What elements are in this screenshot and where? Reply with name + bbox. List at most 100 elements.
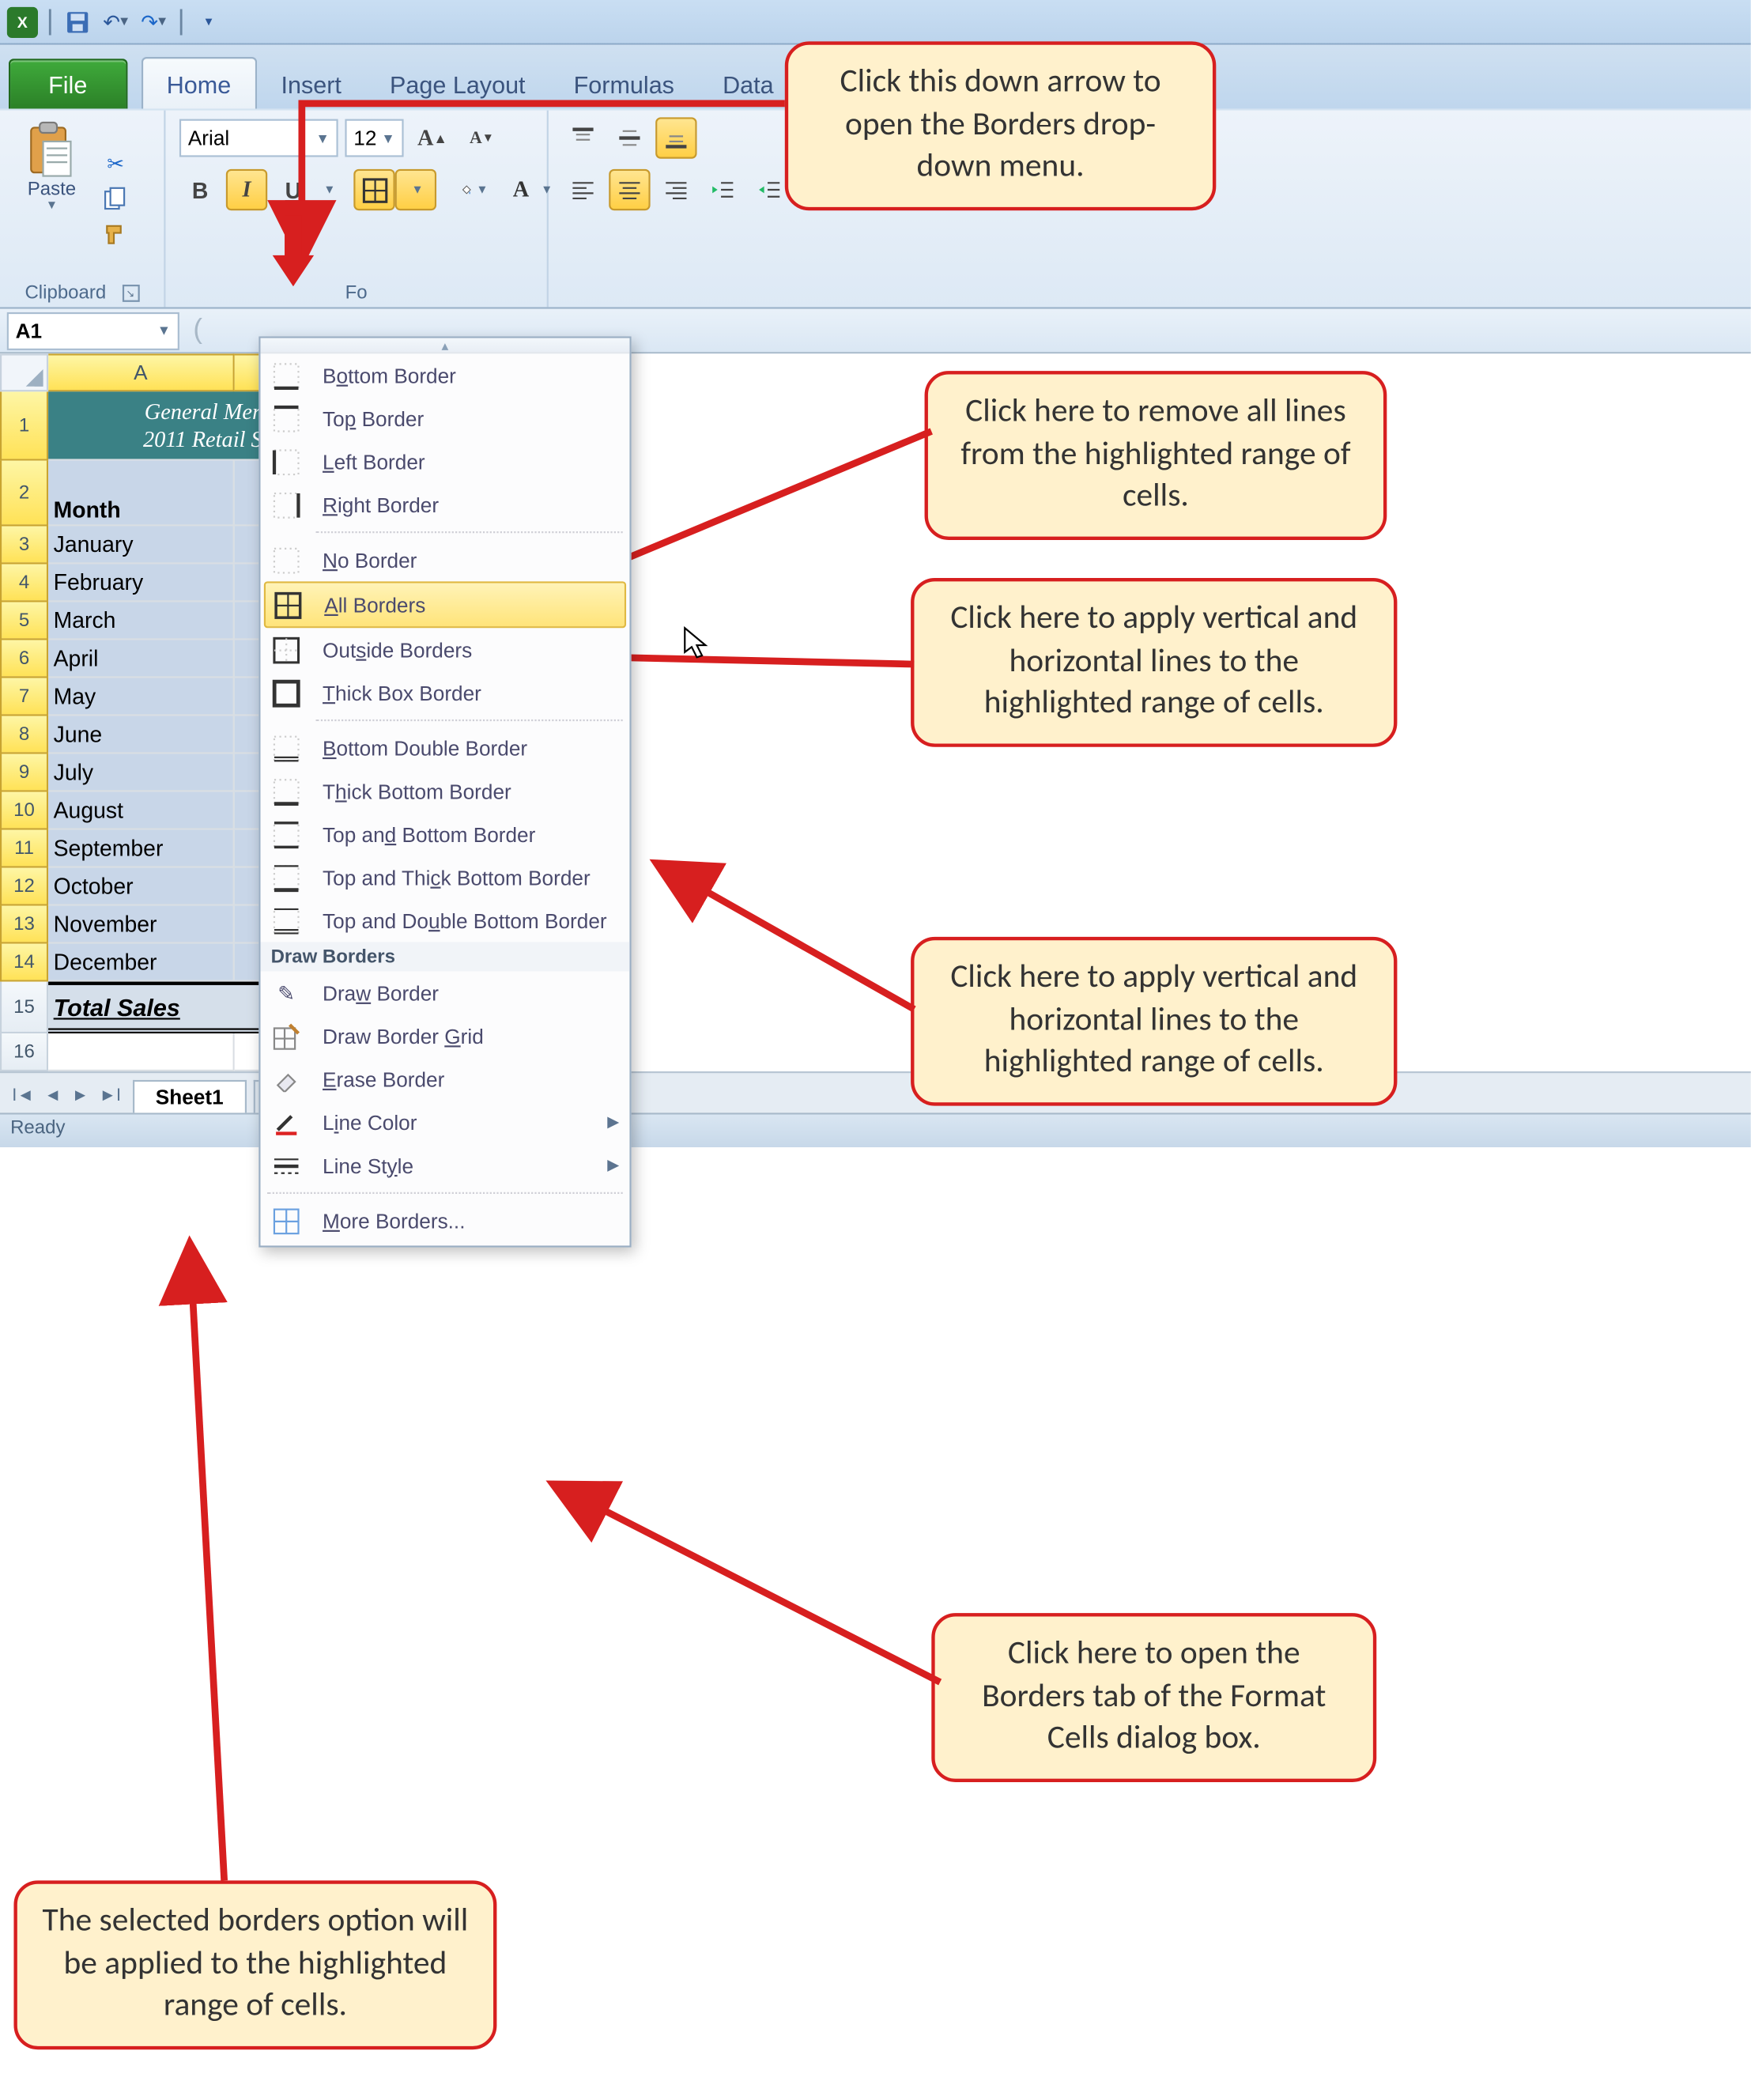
menu-outside-borders[interactable]: Outside Borders <box>260 628 629 671</box>
cell[interactable]: Month <box>48 461 235 527</box>
menu-all-borders[interactable]: All Borders <box>264 581 626 628</box>
cursor-icon <box>683 626 711 670</box>
cell[interactable]: January <box>48 527 235 565</box>
undo-icon[interactable]: ↶▾ <box>100 6 131 37</box>
menu-label: No Border <box>323 548 417 572</box>
cell[interactable]: July <box>48 754 235 792</box>
menu-label: Line Color <box>323 1110 417 1135</box>
font-name-select[interactable]: Arial▼ <box>179 119 338 157</box>
cut-icon[interactable]: ✂ <box>100 149 131 179</box>
cell[interactable]: August <box>48 792 235 830</box>
fill-color-button[interactable]: ▼ <box>454 169 495 210</box>
callout-more-borders: Click here to open the Borders tab of th… <box>931 1613 1376 1782</box>
cell[interactable] <box>48 1033 235 1071</box>
row-header[interactable]: 8 <box>0 716 48 754</box>
menu-label: All Borders <box>324 593 425 618</box>
borders-dropdown-button[interactable]: ▼ <box>395 169 436 210</box>
row-header[interactable]: 6 <box>0 640 48 678</box>
clipboard-dialog-launcher-icon[interactable]: ↘ <box>122 285 139 302</box>
sheet-tab-1[interactable]: Sheet1 <box>133 1080 246 1112</box>
increase-font-icon[interactable]: A▲ <box>410 117 454 158</box>
paste-button[interactable]: Paste ▼ <box>13 117 89 279</box>
row-header[interactable]: 14 <box>0 944 48 982</box>
tab-formulas[interactable]: Formulas <box>549 59 698 108</box>
format-painter-icon[interactable] <box>100 217 131 248</box>
cell[interactable]: May <box>48 678 235 716</box>
align-top-icon[interactable] <box>562 117 603 158</box>
row-header[interactable]: 5 <box>0 602 48 640</box>
row-header[interactable]: 7 <box>0 678 48 716</box>
row-header[interactable]: 13 <box>0 906 48 944</box>
menu-more-borders[interactable]: More Borders... <box>260 1199 629 1242</box>
cell[interactable]: December <box>48 944 235 982</box>
save-icon[interactable] <box>62 6 93 37</box>
decrease-indent-icon[interactable] <box>702 169 743 210</box>
menu-thick-bottom-border[interactable]: Thick Bottom Border <box>260 769 629 813</box>
cell[interactable]: September <box>48 830 235 868</box>
bold-button[interactable]: B <box>179 169 221 210</box>
menu-left-border[interactable]: Left Border <box>260 440 629 483</box>
italic-button[interactable]: I <box>226 169 267 210</box>
row-header[interactable]: 4 <box>0 565 48 602</box>
row-header[interactable]: 16 <box>0 1033 48 1071</box>
row-header[interactable]: 1 <box>0 391 48 460</box>
underline-dropdown-icon[interactable]: ▼ <box>319 169 337 210</box>
sheet-nav-buttons[interactable]: I◄◄►►I <box>7 1081 126 1105</box>
menu-bottom-border[interactable]: Bottom Border <box>260 353 629 397</box>
menu-erase-border[interactable]: Erase Border <box>260 1058 629 1101</box>
row-header[interactable]: 2 <box>0 461 48 527</box>
menu-top-and-thick-bottom-border[interactable]: Top and Thick Bottom Border <box>260 855 629 899</box>
menu-top-and-bottom-border[interactable]: Top and Bottom Border <box>260 813 629 856</box>
cell[interactable]: February <box>48 565 235 602</box>
menu-line-color[interactable]: Line Color▶ <box>260 1101 629 1144</box>
row-header[interactable]: 9 <box>0 754 48 792</box>
font-size-select[interactable]: 12▼ <box>345 119 403 157</box>
cell[interactable]: October <box>48 868 235 906</box>
font-group-label: Fo <box>345 283 368 304</box>
name-box[interactable]: A1 ▼ <box>7 312 179 349</box>
row-header[interactable]: 3 <box>0 527 48 565</box>
menu-label: Thick Bottom Border <box>323 779 511 803</box>
menu-no-border[interactable]: No Border <box>260 538 629 582</box>
quick-access-toolbar: X | ↶▾ ↷▾ | ▾ <box>0 0 1751 45</box>
underline-button[interactable]: U <box>273 169 314 210</box>
cell[interactable]: November <box>48 906 235 944</box>
align-center-icon[interactable] <box>609 169 650 210</box>
row-header[interactable]: 15 <box>0 982 48 1033</box>
increase-indent-icon[interactable] <box>749 169 790 210</box>
menu-right-border[interactable]: Right Border <box>260 483 629 527</box>
worksheet-grid[interactable]: A B 1 General Mer 2011 Retail S 2 Month … <box>0 353 1751 1071</box>
menu-top-and-double-bottom-border[interactable]: Top and Double Bottom Border <box>260 899 629 942</box>
align-bottom-icon[interactable] <box>655 117 696 158</box>
tab-page-layout[interactable]: Page Layout <box>365 59 549 108</box>
menu-line-style[interactable]: Line Style▶ <box>260 1144 629 1188</box>
menu-draw-border-grid[interactable]: Draw Border Grid <box>260 1014 629 1058</box>
menu-grip-icon[interactable]: ▴ <box>260 338 629 354</box>
row-header[interactable]: 10 <box>0 792 48 830</box>
align-middle-icon[interactable] <box>609 117 650 158</box>
cell[interactable]: June <box>48 716 235 754</box>
redo-icon[interactable]: ↷▾ <box>138 6 169 37</box>
tab-insert[interactable]: Insert <box>257 59 366 108</box>
cell[interactable]: April <box>48 640 235 678</box>
decrease-font-icon[interactable]: A▼ <box>461 117 502 158</box>
menu-bottom-double-border[interactable]: Bottom Double Border <box>260 727 629 770</box>
menu-label: Bottom Double Border <box>323 736 527 761</box>
row-header[interactable]: 12 <box>0 868 48 906</box>
select-all-button[interactable] <box>0 353 48 391</box>
menu-top-border[interactable]: Top Border <box>260 397 629 440</box>
borders-button[interactable] <box>353 169 394 210</box>
tab-home[interactable]: Home <box>141 57 257 108</box>
tab-file[interactable]: File <box>9 59 127 108</box>
column-header-a[interactable]: A <box>48 353 235 391</box>
align-right-icon[interactable] <box>655 169 696 210</box>
align-left-icon[interactable] <box>562 169 603 210</box>
row-header[interactable]: 11 <box>0 830 48 868</box>
customize-qat-icon[interactable]: ▾ <box>193 6 224 37</box>
tab-data[interactable]: Data <box>699 59 798 108</box>
menu-draw-border[interactable]: ✎Draw Border <box>260 971 629 1014</box>
menu-label: Top and Thick Bottom Border <box>323 865 591 889</box>
cell[interactable]: March <box>48 602 235 640</box>
menu-thick-box-border[interactable]: Thick Box Border <box>260 671 629 715</box>
copy-icon[interactable] <box>100 183 131 213</box>
